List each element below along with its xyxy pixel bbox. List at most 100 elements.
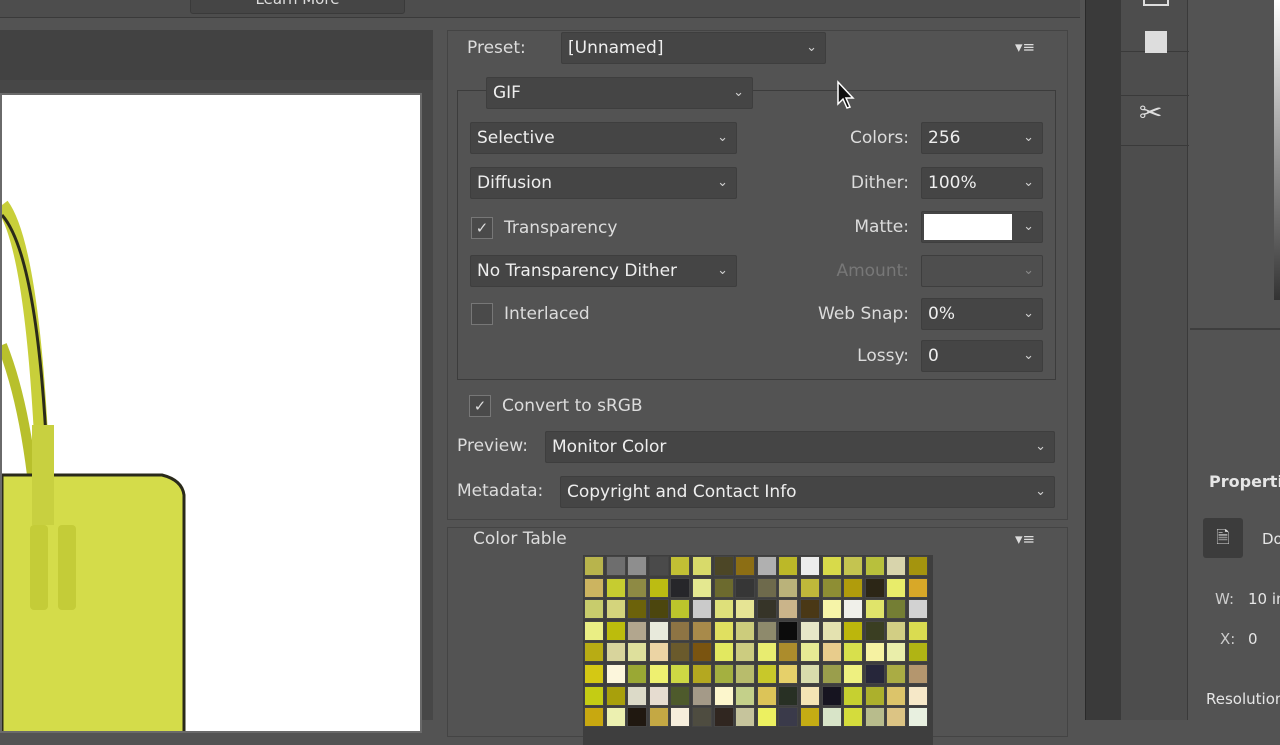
- color-swatch[interactable]: [821, 642, 842, 663]
- color-swatch[interactable]: [908, 556, 928, 576]
- color-swatch[interactable]: [692, 577, 712, 598]
- color-swatch[interactable]: [605, 556, 626, 576]
- color-swatch[interactable]: [692, 707, 712, 728]
- color-swatch[interactable]: [735, 556, 756, 576]
- color-table-menu-icon[interactable]: ▾≡: [1015, 530, 1035, 548]
- color-swatch[interactable]: [908, 642, 928, 663]
- color-swatch[interactable]: [670, 664, 691, 684]
- color-swatch[interactable]: [648, 599, 669, 620]
- color-swatch[interactable]: [756, 685, 777, 706]
- color-swatch[interactable]: [584, 577, 604, 598]
- color-swatch[interactable]: [713, 707, 734, 728]
- color-swatch[interactable]: [843, 707, 864, 728]
- color-swatch[interactable]: [735, 577, 756, 598]
- color-swatch[interactable]: [864, 664, 885, 684]
- color-swatch[interactable]: [886, 664, 907, 684]
- color-swatch[interactable]: [756, 577, 777, 598]
- color-swatch[interactable]: [670, 577, 691, 598]
- color-swatch[interactable]: [605, 707, 626, 728]
- color-swatch[interactable]: [648, 556, 669, 576]
- color-swatch[interactable]: [821, 620, 842, 641]
- dither-field[interactable]: 100% ⌄: [921, 167, 1043, 199]
- color-swatch[interactable]: [843, 577, 864, 598]
- color-swatch[interactable]: [584, 664, 604, 684]
- color-swatch[interactable]: [584, 556, 604, 576]
- color-swatch[interactable]: [778, 707, 799, 728]
- color-swatch[interactable]: [908, 620, 928, 641]
- transparency-dither-dropdown[interactable]: No Transparency Dither ⌄: [470, 255, 737, 287]
- gradient-slider[interactable]: [1274, 0, 1280, 300]
- color-swatch[interactable]: [800, 707, 820, 728]
- lossy-field[interactable]: 0 ⌄: [921, 340, 1043, 372]
- color-swatch[interactable]: [713, 599, 734, 620]
- color-swatch[interactable]: [735, 599, 756, 620]
- color-swatch[interactable]: [648, 577, 669, 598]
- color-swatch[interactable]: [648, 707, 669, 728]
- color-swatch[interactable]: [800, 577, 820, 598]
- color-swatch[interactable]: [864, 685, 885, 706]
- color-swatch[interactable]: [713, 577, 734, 598]
- color-swatch[interactable]: [908, 577, 928, 598]
- color-reduction-dropdown[interactable]: Selective ⌄: [470, 122, 737, 154]
- color-swatch[interactable]: [800, 685, 820, 706]
- color-swatch[interactable]: [864, 620, 885, 641]
- color-swatch[interactable]: [864, 707, 885, 728]
- color-swatch[interactable]: [627, 685, 648, 706]
- preset-dropdown[interactable]: [Unnamed] ⌄: [561, 32, 826, 64]
- color-swatch[interactable]: [843, 556, 864, 576]
- color-swatch[interactable]: [843, 599, 864, 620]
- color-swatch[interactable]: [713, 664, 734, 684]
- color-swatch[interactable]: [778, 620, 799, 641]
- color-swatch[interactable]: [627, 599, 648, 620]
- color-swatch[interactable]: [670, 685, 691, 706]
- color-swatch[interactable]: [605, 599, 626, 620]
- color-swatch[interactable]: [670, 620, 691, 641]
- color-swatch[interactable]: [692, 685, 712, 706]
- color-swatch[interactable]: [800, 642, 820, 663]
- color-swatch[interactable]: [605, 685, 626, 706]
- color-swatch[interactable]: [735, 642, 756, 663]
- interlaced-checkbox[interactable]: [471, 303, 493, 325]
- convert-srgb-checkbox[interactable]: ✓: [469, 395, 491, 417]
- color-swatch[interactable]: [800, 599, 820, 620]
- color-swatch[interactable]: [713, 642, 734, 663]
- color-swatch[interactable]: [778, 556, 799, 576]
- learn-more-button[interactable]: Learn More: [190, 0, 405, 14]
- color-swatch[interactable]: [756, 556, 777, 576]
- color-swatch[interactable]: [908, 685, 928, 706]
- color-table-grid[interactable]: [583, 555, 933, 745]
- color-swatch[interactable]: [908, 664, 928, 684]
- color-swatch[interactable]: [735, 707, 756, 728]
- color-swatch[interactable]: [692, 642, 712, 663]
- color-swatch[interactable]: [864, 599, 885, 620]
- colors-field[interactable]: 256 ⌄: [921, 122, 1043, 154]
- color-swatch[interactable]: [670, 599, 691, 620]
- color-swatch[interactable]: [627, 664, 648, 684]
- color-swatch[interactable]: [584, 642, 604, 663]
- color-swatch[interactable]: [756, 642, 777, 663]
- color-swatch[interactable]: [886, 707, 907, 728]
- color-swatch[interactable]: [605, 620, 626, 641]
- color-swatch[interactable]: [886, 599, 907, 620]
- color-swatch[interactable]: [756, 599, 777, 620]
- color-swatch[interactable]: [864, 556, 885, 576]
- color-swatch[interactable]: [735, 685, 756, 706]
- color-swatch[interactable]: [821, 556, 842, 576]
- color-swatch[interactable]: [778, 599, 799, 620]
- preview-dropdown[interactable]: Monitor Color ⌄: [545, 431, 1055, 463]
- color-swatch[interactable]: [584, 599, 604, 620]
- color-swatch[interactable]: [670, 707, 691, 728]
- color-swatch[interactable]: [864, 577, 885, 598]
- color-swatch[interactable]: [886, 642, 907, 663]
- color-swatch[interactable]: [908, 707, 928, 728]
- color-swatch[interactable]: [670, 642, 691, 663]
- color-swatch[interactable]: [627, 642, 648, 663]
- color-swatch[interactable]: [756, 664, 777, 684]
- image-preview[interactable]: [0, 93, 422, 733]
- color-swatch[interactable]: [821, 707, 842, 728]
- color-swatch[interactable]: [778, 685, 799, 706]
- color-swatch[interactable]: [713, 556, 734, 576]
- color-swatch[interactable]: [605, 664, 626, 684]
- color-swatch[interactable]: [692, 620, 712, 641]
- color-swatch[interactable]: [648, 642, 669, 663]
